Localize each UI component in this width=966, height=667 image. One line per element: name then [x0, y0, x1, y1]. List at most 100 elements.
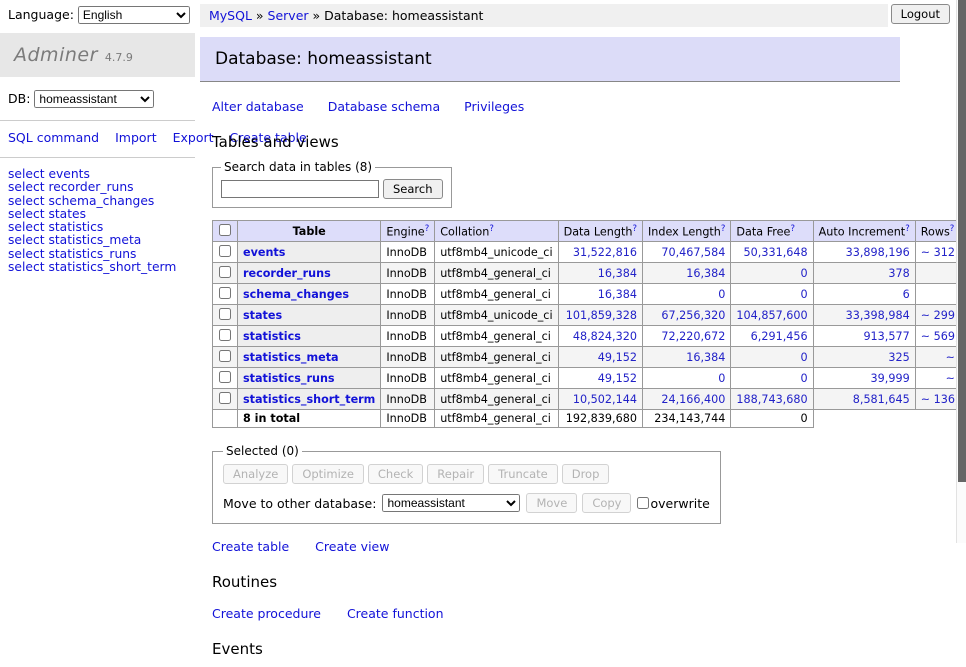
- row-checkbox[interactable]: [219, 245, 231, 257]
- sidebar-action-import[interactable]: Import: [115, 130, 157, 145]
- truncate-button[interactable]: Truncate: [488, 464, 558, 484]
- column-header-collation: Collation?: [435, 221, 558, 242]
- sidebar-table-link-select-states[interactable]: select states: [8, 208, 187, 221]
- auto-increment-cell: 325: [813, 347, 915, 368]
- breadcrumb-item-server[interactable]: Server: [268, 8, 309, 23]
- table-link-recorder-runs[interactable]: recorder_runs: [243, 267, 331, 280]
- sidebar-table-link-select-statistics-runs[interactable]: select statistics_runs: [8, 248, 187, 261]
- nav-link-privileges[interactable]: Privileges: [464, 99, 524, 114]
- sidebar-divider: [0, 157, 195, 158]
- help-link[interactable]: ?: [632, 224, 637, 234]
- link-create-procedure[interactable]: Create procedure: [212, 606, 321, 621]
- auto-increment-cell: 33,398,984: [813, 305, 915, 326]
- help-link[interactable]: ?: [790, 224, 795, 234]
- move-db-select[interactable]: homeassistant: [382, 494, 520, 512]
- row-checkbox[interactable]: [219, 329, 231, 341]
- move-row: Move to other database: homeassistant Mo…: [223, 493, 710, 513]
- events-heading: Events: [212, 640, 912, 658]
- selected-buttons: AnalyzeOptimizeCheckRepairTruncateDrop: [223, 464, 710, 484]
- repair-button[interactable]: Repair: [427, 464, 484, 484]
- sidebar-table-link-select-statistics[interactable]: select statistics: [8, 221, 187, 234]
- row-checkbox[interactable]: [219, 392, 231, 404]
- row-checkbox[interactable]: [219, 266, 231, 278]
- help-link[interactable]: ?: [489, 224, 494, 234]
- link-create-function[interactable]: Create function: [347, 606, 444, 621]
- logout-button[interactable]: Logout: [891, 4, 950, 24]
- sidebar-table-link-select-schema-changes[interactable]: select schema_changes: [8, 195, 187, 208]
- table-link-statistics-runs[interactable]: statistics_runs: [243, 372, 335, 385]
- sidebar-action-sql-command[interactable]: SQL command: [8, 130, 99, 145]
- data-free-cell: 0: [731, 368, 813, 389]
- vertical-scrollbar[interactable]: [956, 0, 966, 543]
- data-length-cell: 49,152: [558, 368, 642, 389]
- optimize-button[interactable]: Optimize: [292, 464, 364, 484]
- total-empty-cell: [813, 410, 915, 428]
- overwrite-checkbox[interactable]: [637, 497, 649, 509]
- language-select[interactable]: English: [78, 6, 190, 24]
- select-all-checkbox[interactable]: [219, 224, 231, 236]
- nav-link-alter-database[interactable]: Alter database: [212, 99, 304, 114]
- table-link-schema-changes[interactable]: schema_changes: [243, 288, 349, 301]
- table-name-cell: schema_changes: [238, 284, 381, 305]
- drop-button[interactable]: Drop: [562, 464, 610, 484]
- collation-cell: utf8mb4_general_ci: [435, 368, 558, 389]
- search-button[interactable]: Search: [383, 179, 443, 199]
- table-row: statistics_short_termInnoDButf8mb4_gener…: [213, 389, 966, 410]
- help-link[interactable]: ?: [425, 224, 430, 234]
- data-length-cell: 16,384: [558, 284, 642, 305]
- sidebar-table-link-select-recorder-runs[interactable]: select recorder_runs: [8, 181, 187, 194]
- table-link-statistics-short-term[interactable]: statistics_short_term: [243, 393, 375, 406]
- search-input[interactable]: [221, 180, 379, 198]
- total-checkbox-cell: [213, 410, 238, 428]
- db-select[interactable]: homeassistant: [34, 90, 154, 108]
- sidebar-table-link-select-events[interactable]: select events: [8, 168, 187, 181]
- table-link-statistics[interactable]: statistics: [243, 330, 301, 343]
- auto-increment-cell: 6: [813, 284, 915, 305]
- check-button[interactable]: Check: [368, 464, 423, 484]
- tables-heading: Tables and views: [212, 133, 912, 151]
- nav-link-database-schema[interactable]: Database schema: [328, 99, 440, 114]
- table-name-cell: statistics_meta: [238, 347, 381, 368]
- row-checkbox[interactable]: [219, 350, 231, 362]
- link-create-view[interactable]: Create view: [315, 539, 389, 554]
- table-row: statesInnoDButf8mb4_unicode_ci101,859,32…: [213, 305, 966, 326]
- row-checkbox[interactable]: [219, 371, 231, 383]
- row-checkbox-cell: [213, 347, 238, 368]
- sidebar-divider: [0, 120, 195, 121]
- collation-cell: utf8mb4_general_ci: [435, 347, 558, 368]
- main-content: MySQL » Server » Database: homeassistant…: [200, 0, 912, 667]
- row-checkbox[interactable]: [219, 308, 231, 320]
- row-checkbox-cell: [213, 389, 238, 410]
- help-link[interactable]: ?: [721, 224, 726, 234]
- table-link-events[interactable]: events: [243, 246, 285, 259]
- sidebar-table-link-select-statistics-meta[interactable]: select statistics_meta: [8, 234, 187, 247]
- analyze-button[interactable]: Analyze: [223, 464, 288, 484]
- table-row: recorder_runsInnoDButf8mb4_general_ci16,…: [213, 263, 966, 284]
- auto-increment-cell: 378: [813, 263, 915, 284]
- total-engine-cell: InnoDB: [381, 410, 435, 428]
- move-button[interactable]: Move: [526, 493, 577, 513]
- breadcrumb-item-mysql[interactable]: MySQL: [209, 8, 252, 23]
- data-free-cell: 50,331,648: [731, 242, 813, 263]
- table-link-states[interactable]: states: [243, 309, 282, 322]
- table-name-cell: recorder_runs: [238, 263, 381, 284]
- column-header-index-length: Index Length?: [642, 221, 730, 242]
- breadcrumb: MySQL » Server » Database: homeassistant: [200, 4, 888, 27]
- scrollbar-thumb[interactable]: [958, 0, 966, 482]
- table-row: eventsInnoDButf8mb4_unicode_ci31,522,816…: [213, 242, 966, 263]
- help-link[interactable]: ?: [950, 224, 955, 234]
- copy-button[interactable]: Copy: [582, 493, 631, 513]
- row-checkbox-cell: [213, 284, 238, 305]
- data-free-cell: 0: [731, 284, 813, 305]
- table-name-cell: statistics: [238, 326, 381, 347]
- sidebar-table-link-select-statistics-short-term[interactable]: select statistics_short_term: [8, 261, 187, 274]
- row-checkbox[interactable]: [219, 287, 231, 299]
- data-length-cell: 48,824,320: [558, 326, 642, 347]
- table-header-row: TableEngine?Collation?Data Length?Index …: [213, 221, 966, 242]
- link-create-table[interactable]: Create table: [212, 539, 289, 554]
- row-checkbox-cell: [213, 368, 238, 389]
- help-link[interactable]: ?: [905, 224, 910, 234]
- table-link-statistics-meta[interactable]: statistics_meta: [243, 351, 339, 364]
- index-length-cell: 16,384: [642, 347, 730, 368]
- index-length-cell: 70,467,584: [642, 242, 730, 263]
